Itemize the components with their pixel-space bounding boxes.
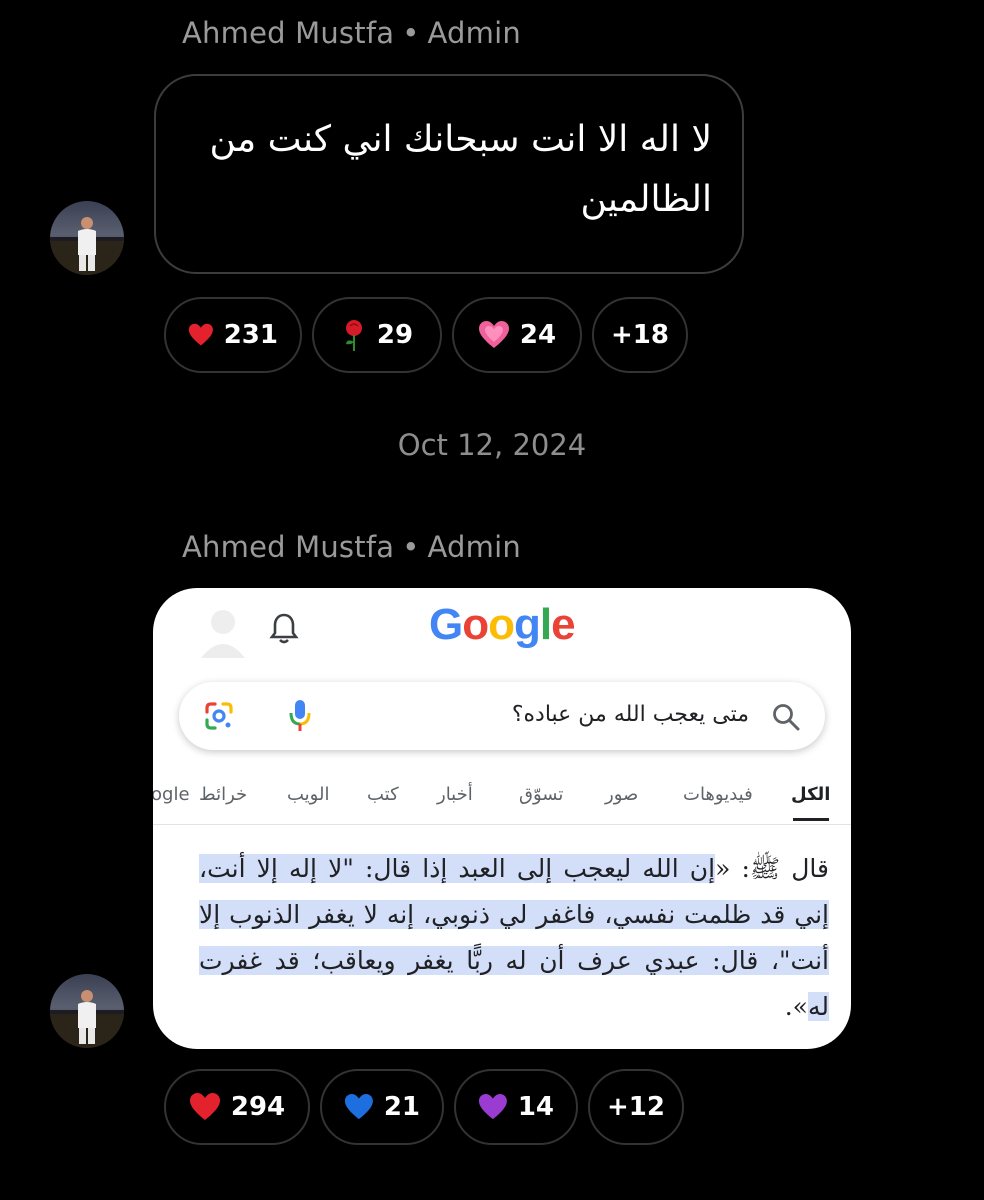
red-heart-icon (188, 323, 213, 346)
tab-web[interactable]: الويب (287, 784, 329, 805)
tab-maps[interactable]: خرائط (199, 784, 247, 805)
message-text-line-2: الظالمين (580, 179, 712, 220)
reaction-count: 21 (383, 1092, 420, 1122)
red-heart-icon (189, 1093, 220, 1120)
google-logo: Google (429, 600, 576, 649)
author-role: Admin (427, 530, 521, 564)
reaction-count: 14 (517, 1092, 554, 1122)
hadith-text: قال ﷺ: «إن الله ليعجب إلى العبد إذا قال:… (199, 846, 829, 1030)
reaction-count: +18 (611, 320, 669, 350)
reaction-rose[interactable]: 29 (312, 297, 442, 373)
date-separator: Oct 12, 2024 (397, 428, 587, 462)
message-author-2[interactable]: Ahmed Mustfa • Admin (182, 530, 521, 564)
microphone-icon[interactable] (287, 698, 313, 734)
rose-icon (345, 320, 362, 351)
tab-news[interactable]: أخبار (437, 784, 473, 805)
reaction-count: 231 (223, 320, 278, 350)
message-author-1[interactable]: Ahmed Mustfa • Admin (182, 16, 521, 50)
avatar-photo (50, 217, 124, 275)
faded-avatar-icon (201, 610, 245, 658)
search-bar[interactable]: متى يعجب الله من عباده؟ (179, 682, 825, 750)
avatar-photo (50, 990, 124, 1048)
reaction-count: 24 (519, 320, 557, 350)
reaction-growing-heart[interactable]: 24 (452, 297, 582, 373)
tab-shopping[interactable]: تسوّق (519, 784, 563, 805)
growing-heart-icon (478, 321, 509, 348)
message-text: لا اله الا انت سبحانك اني كنت من الظالمي… (186, 110, 712, 230)
reactions-row-2: 294 21 14 +12 (164, 1069, 684, 1145)
separator-dot: • (402, 530, 420, 564)
reactions-row-1: 231 29 24 +18 (164, 297, 688, 373)
author-role: Admin (427, 16, 521, 50)
author-name: Ahmed Mustfa (182, 530, 395, 564)
active-tab-indicator (793, 818, 829, 821)
reaction-blue-heart[interactable]: 21 (320, 1069, 444, 1145)
tab-partial[interactable]: ogle (153, 784, 190, 805)
reaction-count: 294 (230, 1092, 286, 1122)
reaction-count: 29 (376, 320, 414, 350)
avatar[interactable] (50, 974, 124, 1048)
tab-videos[interactable]: فيديوهات (683, 784, 753, 805)
author-name: Ahmed Mustfa (182, 16, 395, 50)
reaction-more[interactable]: +12 (588, 1069, 684, 1145)
hadith-suffix: ». (784, 992, 808, 1021)
search-tabs: الكل فيديوهات صور تسوّق أخبار كتب الويب … (153, 778, 851, 825)
search-icon[interactable] (771, 702, 801, 732)
reaction-purple-heart[interactable]: 14 (454, 1069, 578, 1145)
google-lens-icon[interactable] (203, 700, 235, 732)
reaction-red-heart[interactable]: 231 (164, 297, 302, 373)
avatar[interactable] (50, 201, 124, 275)
message-bubble-1[interactable]: لا اله الا انت سبحانك اني كنت من الظالمي… (154, 74, 744, 274)
reaction-red-heart[interactable]: 294 (164, 1069, 310, 1145)
message-text-line-1: لا اله الا انت سبحانك اني كنت من (209, 119, 712, 160)
reaction-more[interactable]: +18 (592, 297, 688, 373)
image-message[interactable]: Google متى يعجب الله من عباده؟ الكل فيدي… (153, 588, 851, 1049)
blue-heart-icon (344, 1093, 373, 1120)
tab-images[interactable]: صور (605, 784, 638, 805)
hadith-prefix: قال ﷺ: « (715, 854, 829, 883)
purple-heart-icon (478, 1093, 507, 1120)
search-query: متى يعجب الله من عباده؟ (511, 702, 749, 727)
separator-dot: • (402, 16, 420, 50)
tab-books[interactable]: كتب (367, 784, 399, 805)
bell-icon (269, 613, 299, 644)
reaction-count: +12 (607, 1092, 665, 1122)
tab-all[interactable]: الكل (791, 784, 830, 805)
